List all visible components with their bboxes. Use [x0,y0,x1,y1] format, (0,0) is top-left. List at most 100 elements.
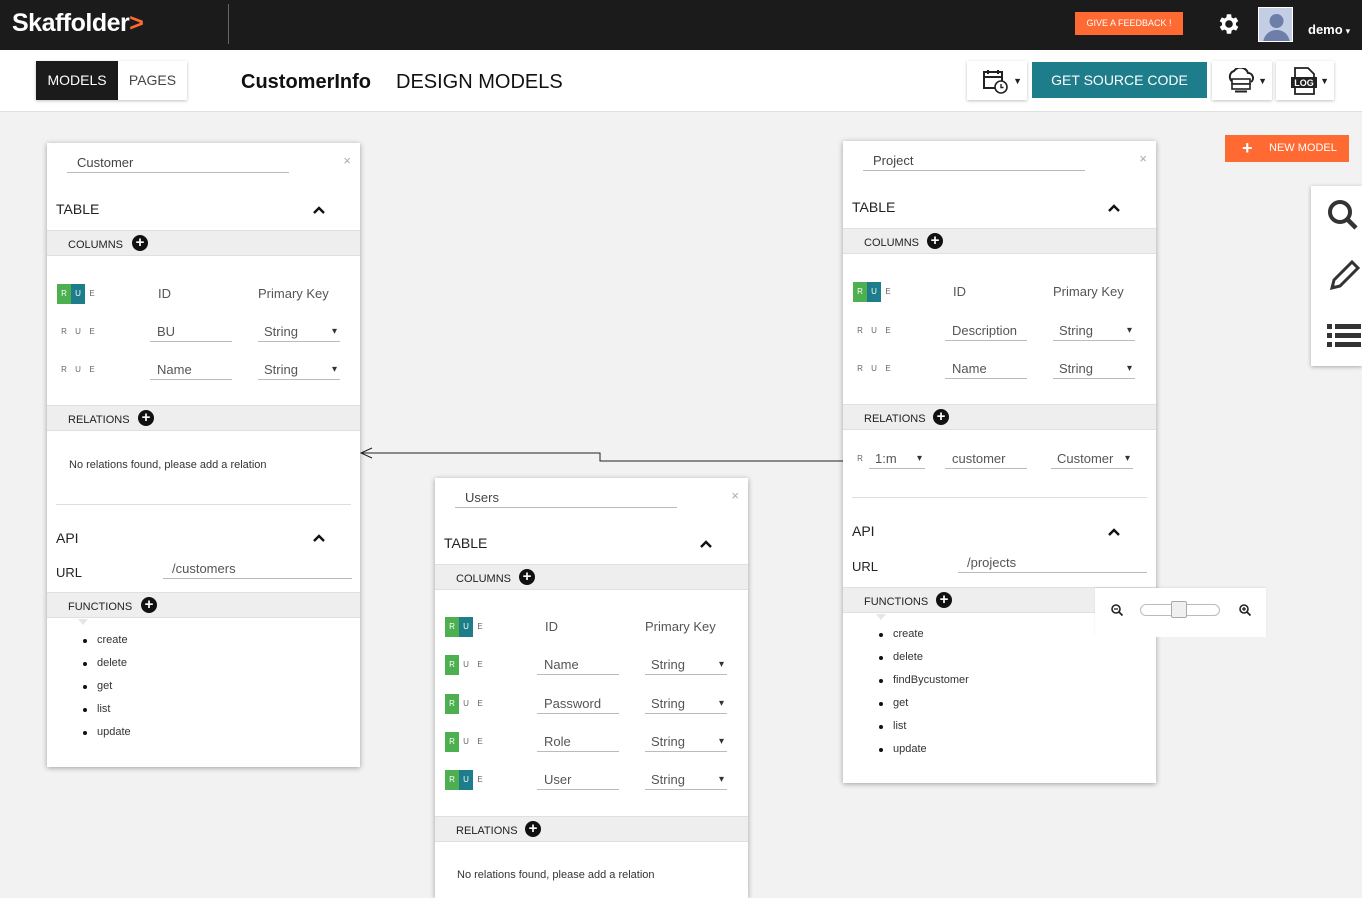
table-row: RUE ID Primary Key [435,612,748,642]
rue-toggle[interactable]: RUE [853,359,895,379]
rue-toggle[interactable]: RUE [445,770,487,790]
url-label: URL [56,565,83,580]
rue-toggle[interactable]: RUE [853,282,895,302]
zoom-in-icon[interactable] [1238,603,1252,617]
model-card-project[interactable]: Project × TABLE COLUMNS + RUE ID Primary… [843,141,1156,783]
rue-toggle[interactable]: RUE [57,322,99,342]
relation-target-select[interactable]: Customer [1051,449,1133,469]
search-icon[interactable] [1326,198,1362,230]
table-row: RUE BU String [47,317,360,347]
list-item[interactable]: delete [83,652,131,675]
url-input[interactable]: /customers [163,561,352,579]
column-name-input[interactable]: Name [537,655,619,675]
column-type-select[interactable]: String [645,694,727,714]
add-column-button[interactable]: + [927,233,943,249]
list-item[interactable]: findBycustomer [879,669,969,692]
chevron-up-icon[interactable] [1107,201,1121,215]
column-type-select[interactable]: String [645,770,727,790]
url-label: URL [852,559,879,574]
list-item[interactable]: list [83,698,131,721]
list-item[interactable]: get [879,692,969,715]
column-name: ID [158,286,171,301]
column-type-select[interactable]: String [1053,359,1135,379]
functions-band: FUNCTIONS + [47,592,360,618]
column-type-select[interactable]: String [258,360,340,380]
chevron-up-icon[interactable] [699,537,713,551]
functions-list: create delete findBycustomer get list up… [879,623,969,761]
columns-band: COLUMNS + [843,228,1156,254]
chevron-up-icon[interactable] [312,203,326,217]
list-icon[interactable] [1326,322,1362,348]
close-icon[interactable]: × [731,488,739,503]
pencil-icon[interactable] [1326,260,1362,294]
column-name-input[interactable]: Name [945,359,1027,379]
add-relation-button[interactable]: + [525,821,541,837]
add-function-button[interactable]: + [936,592,952,608]
side-toolbar [1311,186,1362,366]
column-name: ID [953,284,966,299]
zoom-out-icon[interactable] [1110,603,1124,617]
rue-toggle[interactable]: RUE [57,360,99,380]
relation-r-flag[interactable]: R [853,449,867,469]
relations-band: RELATIONS + [47,405,360,431]
rue-toggle[interactable]: RUE [445,732,487,752]
list-item[interactable]: update [83,721,131,744]
url-input[interactable]: /projects [958,555,1147,573]
new-model-button[interactable]: + NEW MODEL [1225,135,1349,162]
column-name-input[interactable]: User [537,770,619,790]
column-name-input[interactable]: Description [945,321,1027,341]
rue-toggle[interactable]: RUE [853,321,895,341]
model-card-users[interactable]: Users × TABLE COLUMNS + RUE ID Primary K… [435,478,748,898]
rue-toggle[interactable]: RUE [445,617,487,637]
columns-label: COLUMNS [864,237,920,249]
list-item[interactable]: update [879,738,969,761]
list-item[interactable]: delete [879,646,969,669]
table-row: RUE Password String [435,689,748,719]
list-item[interactable]: create [83,629,131,652]
add-column-button[interactable]: + [132,235,148,251]
relation-cardinality-select[interactable]: 1:m [869,449,925,469]
zoom-control [1095,588,1266,637]
add-relation-button[interactable]: + [138,410,154,426]
model-name-input[interactable]: Users [455,490,677,508]
chevron-up-icon[interactable] [312,531,326,545]
rue-toggle[interactable]: RUE [445,655,487,675]
table-row: RUE Name String [47,355,360,385]
column-name-input[interactable]: BU [150,322,232,342]
column-type: Primary Key [1053,284,1124,299]
columns-label: COLUMNS [456,573,512,585]
functions-label: FUNCTIONS [864,596,929,608]
add-function-button[interactable]: + [141,597,157,613]
close-icon[interactable]: × [1139,151,1147,166]
rue-toggle[interactable]: RUE [57,284,99,304]
table-row: RUE Name String [435,650,748,680]
list-item[interactable]: create [879,623,969,646]
rue-toggle[interactable]: RUE [445,694,487,714]
column-name-input[interactable]: Name [150,360,232,380]
table-row: RUE ID Primary Key [47,279,360,309]
list-item[interactable]: list [879,715,969,738]
model-name-input[interactable]: Project [863,153,1085,171]
add-relation-button[interactable]: + [933,409,949,425]
model-card-customer[interactable]: Customer × TABLE COLUMNS + RUE ID Primar… [47,143,360,767]
column-type-select[interactable]: String [1053,321,1135,341]
column-type-select[interactable]: String [645,732,727,752]
add-column-button[interactable]: + [519,569,535,585]
relation-name-input[interactable]: customer [945,449,1027,469]
table-row: RUE Description String [843,316,1156,346]
list-item[interactable]: get [83,675,131,698]
column-type-select[interactable]: String [258,322,340,342]
column-type-select[interactable]: String [645,655,727,675]
model-name-input[interactable]: Customer [67,155,289,173]
column-name-input[interactable]: Role [537,732,619,752]
table-row: RUE ID Primary Key [843,277,1156,307]
no-relations-message: No relations found, please add a relatio… [457,869,655,881]
column-name-input[interactable]: Password [537,694,619,714]
table-section-title: TABLE [56,201,100,217]
close-icon[interactable]: × [343,153,351,168]
relations-band: RELATIONS + [843,404,1156,430]
columns-band: COLUMNS + [435,564,748,590]
chevron-up-icon[interactable] [1107,525,1121,539]
zoom-slider-handle[interactable] [1171,601,1187,618]
column-type: Primary Key [645,619,716,634]
